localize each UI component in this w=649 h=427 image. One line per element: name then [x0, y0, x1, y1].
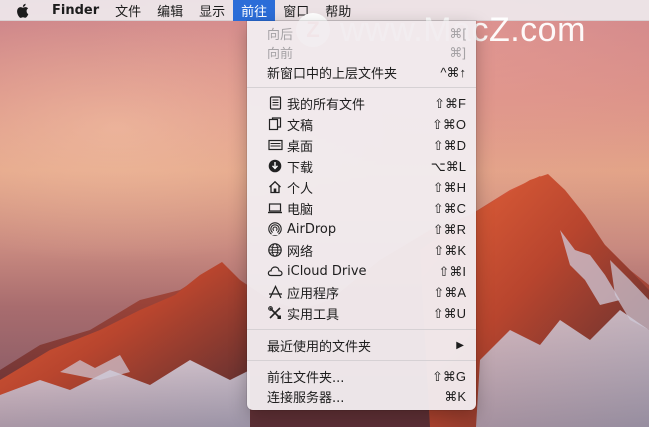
menu-separator — [247, 360, 476, 361]
menu-item-applications[interactable]: 应用程序 ⇧⌘A — [247, 282, 476, 303]
menu-item-shortcut: ⇧⌘R — [432, 221, 466, 237]
menu-item-all-my-files[interactable]: 我的所有文件 ⇧⌘F — [247, 93, 476, 114]
computer-icon — [267, 200, 283, 216]
menubar-finder[interactable]: Finder — [44, 0, 107, 21]
menu-item-label: 电脑 — [287, 203, 314, 218]
menu-item-label: 向后 — [267, 28, 294, 43]
network-icon — [267, 242, 283, 258]
menu-item-label: 前往文件夹... — [267, 371, 345, 386]
menu-item-label: 连接服务器... — [267, 391, 345, 406]
all-files-icon — [267, 95, 283, 111]
menu-item-label: 文稿 — [287, 119, 314, 134]
menu-item-shortcut: ⇧⌘K — [433, 242, 466, 258]
menu-item-enclosing-folder-new-window[interactable]: 新窗口中的上层文件夹 ^⌘↑ — [247, 62, 476, 83]
menu-item-shortcut: ⌘[ — [449, 25, 466, 41]
menu-item-shortcut: ⇧⌘D — [432, 137, 466, 153]
menu-item-label: 桌面 — [287, 140, 314, 155]
airdrop-icon — [267, 221, 283, 237]
menu-item-utilities[interactable]: 实用工具 ⇧⌘U — [247, 303, 476, 324]
menu-item-label: 实用工具 — [287, 308, 340, 323]
menu-separator — [247, 329, 476, 330]
desktop-icon — [267, 137, 283, 153]
apple-menu[interactable] — [0, 0, 44, 21]
apple-icon — [16, 3, 28, 18]
menubar-file[interactable]: 文件 — [107, 0, 149, 21]
menu-item-shortcut: ⌘] — [449, 44, 466, 60]
menu-item-label: 网络 — [287, 245, 314, 260]
downloads-icon — [267, 158, 283, 174]
menu-item-label: 下载 — [287, 161, 314, 176]
menu-item-shortcut: ⌘K — [444, 388, 466, 404]
go-menu-dropdown: 向后 ⌘[ 向前 ⌘] 新窗口中的上层文件夹 ^⌘↑ 我的所有文件 ⇧⌘F 文稿… — [247, 21, 476, 410]
menu-item-label: 向前 — [267, 47, 294, 62]
menu-item-label: 新窗口中的上层文件夹 — [267, 67, 398, 82]
menu-item-label: 应用程序 — [287, 287, 340, 302]
menu-item-label: iCloud Drive — [287, 264, 367, 279]
menu-item-back[interactable]: 向后 ⌘[ — [247, 23, 476, 44]
menu-item-shortcut: ⇧⌘A — [433, 284, 466, 300]
menu-item-shortcut: ⇧⌘U — [432, 305, 466, 321]
menu-item-shortcut: ^⌘↑ — [440, 64, 466, 80]
menu-item-shortcut: ⌥⌘L — [430, 158, 466, 174]
menu-item-connect-to-server[interactable]: 连接服务器... ⌘K — [247, 386, 476, 407]
menubar-go[interactable]: 前往 — [233, 0, 276, 21]
menu-item-computer[interactable]: 电脑 ⇧⌘C — [247, 198, 476, 219]
menu-item-shortcut: ⇧⌘O — [431, 116, 466, 132]
menu-item-label: 我的所有文件 — [287, 98, 366, 113]
documents-icon — [267, 116, 283, 132]
menu-item-desktop[interactable]: 桌面 ⇧⌘D — [247, 135, 476, 156]
menu-item-downloads[interactable]: 下载 ⌥⌘L — [247, 156, 476, 177]
menu-item-home[interactable]: 个人 ⇧⌘H — [247, 177, 476, 198]
menu-separator — [247, 87, 476, 88]
menu-item-shortcut: ⇧⌘I — [438, 263, 466, 279]
menu-item-label: 个人 — [287, 182, 314, 197]
menu-item-go-to-folder[interactable]: 前往文件夹... ⇧⌘G — [247, 366, 476, 387]
menu-item-label: AirDrop — [287, 222, 337, 237]
submenu-arrow-icon: ▶ — [456, 340, 464, 351]
menu-item-shortcut: ⇧⌘G — [431, 368, 466, 384]
icloud-icon — [267, 263, 283, 279]
menubar-edit[interactable]: 编辑 — [149, 0, 191, 21]
menu-item-forward[interactable]: 向前 ⌘] — [247, 42, 476, 63]
menu-item-shortcut: ⇧⌘H — [432, 179, 466, 195]
home-icon — [267, 179, 283, 195]
menu-item-icloud-drive[interactable]: iCloud Drive ⇧⌘I — [247, 261, 476, 282]
menu-item-recent-folders[interactable]: 最近使用的文件夹 ▶ — [247, 335, 476, 356]
menu-item-shortcut: ⇧⌘F — [434, 95, 466, 111]
menubar-view[interactable]: 显示 — [191, 0, 233, 21]
menu-item-documents[interactable]: 文稿 ⇧⌘O — [247, 114, 476, 135]
menu-item-label: 最近使用的文件夹 — [267, 340, 372, 355]
utilities-icon — [267, 305, 283, 321]
menu-item-shortcut: ⇧⌘C — [432, 200, 466, 216]
applications-icon — [267, 284, 283, 300]
menu-item-network[interactable]: 网络 ⇧⌘K — [247, 240, 476, 261]
menu-item-airdrop[interactable]: AirDrop ⇧⌘R — [247, 219, 476, 240]
